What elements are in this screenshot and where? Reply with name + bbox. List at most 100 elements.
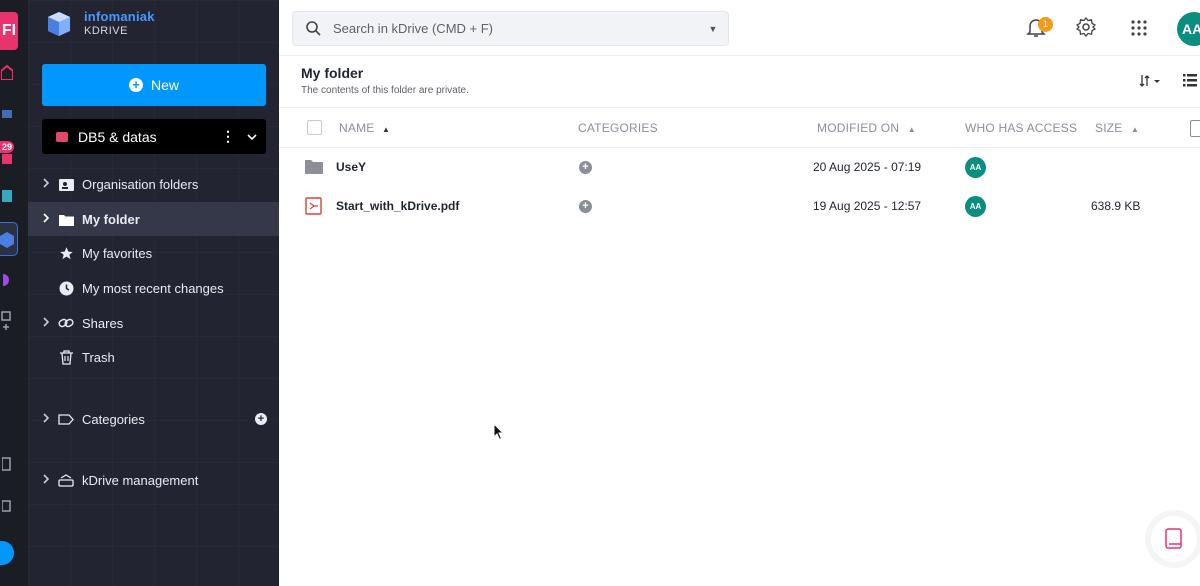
tablet-icon[interactable]: [0, 454, 14, 474]
chevron-right-icon[interactable]: [28, 473, 58, 487]
trash-icon: [58, 349, 74, 365]
add-category-icon[interactable]: +: [579, 200, 592, 213]
modified-date: 19 Aug 2025 - 12:57: [813, 199, 922, 213]
new-button[interactable]: + New: [42, 64, 266, 106]
kdrive-rail-item[interactable]: [0, 222, 18, 256]
column-header-access[interactable]: WHO HAS ACCESS: [965, 121, 1077, 135]
main-content: Search in kDrive (CMD + F) ▼ 1 AA My fol…: [279, 0, 1200, 586]
sort-asc-icon: ▲: [907, 125, 916, 134]
caret-down-icon[interactable]: ▼: [698, 24, 728, 34]
brand-name: infomaniak: [84, 9, 155, 24]
add-app-icon[interactable]: [0, 310, 14, 332]
drive-selector[interactable]: DB5 & datas ⋮: [42, 119, 266, 154]
column-header-modified[interactable]: MODIFIED ON ▲: [817, 121, 916, 135]
kdrive-logo-icon: [44, 9, 74, 39]
sidebar-item-label: My folder: [82, 211, 140, 227]
sidebar-item-my-favorites[interactable]: My favorites: [28, 236, 279, 270]
column-header-size[interactable]: SIZE ▲: [1095, 121, 1139, 135]
column-label: WHO HAS ACCESS: [965, 121, 1078, 135]
folder-icon: [58, 211, 74, 227]
table-row[interactable]: UseY + 20 Aug 2025 - 07:19 AA: [279, 148, 1200, 187]
sidebar-item-label: kDrive management: [82, 472, 199, 488]
sidebar-item-kdrive-management[interactable]: kDrive management: [28, 463, 279, 497]
drive-management-icon: [58, 472, 74, 488]
page-subtitle: The contents of this folder are private.: [301, 85, 469, 96]
search-input[interactable]: Search in kDrive (CMD + F): [333, 21, 698, 36]
clock-icon: [58, 280, 74, 296]
page-title: My folder: [301, 65, 364, 81]
home-icon[interactable]: [0, 62, 14, 82]
product-name: KDRIVE: [84, 25, 128, 38]
columns-icon[interactable]: [1190, 120, 1200, 137]
cube-icon[interactable]: [0, 104, 14, 124]
sidebar-item-label: My most recent changes: [82, 280, 224, 296]
list-view-icon[interactable]: [1183, 73, 1197, 87]
notification-badge: 29: [0, 141, 14, 153]
column-label: CATEGORIES: [578, 121, 658, 135]
gear-icon[interactable]: [1075, 16, 1098, 39]
new-button-label: New: [150, 77, 179, 93]
box-icon[interactable]: [0, 186, 14, 206]
chevron-right-icon[interactable]: [28, 412, 58, 426]
select-all-checkbox[interactable]: [307, 120, 322, 135]
column-label: SIZE: [1095, 121, 1123, 135]
chevron-down-icon[interactable]: [238, 130, 266, 144]
sidebar-item-trash[interactable]: Trash: [28, 340, 279, 374]
sidebar-item-organisation-folders[interactable]: Organisation folders: [28, 167, 279, 201]
sidebar-item-label: Categories: [82, 411, 145, 427]
sidebar: infomaniak KDRIVE + New DB5 & datas ⋮ Or…: [28, 0, 279, 586]
drive-icon: [56, 131, 68, 142]
screen-icon[interactable]: [0, 496, 14, 516]
file-size: 638.9 KB: [1091, 199, 1141, 213]
app-rail: FI 29: [0, 0, 28, 586]
add-category-icon[interactable]: +: [255, 413, 267, 425]
table-header: NAME ▲ CATEGORIES MODIFIED ON ▲ WHO HAS …: [279, 107, 1200, 148]
column-header-name[interactable]: NAME ▲: [339, 121, 390, 135]
column-label: MODIFIED ON: [817, 121, 900, 135]
modified-date: 20 Aug 2025 - 07:19: [813, 160, 922, 174]
drive-name: DB5 & datas: [78, 128, 157, 145]
sort-asc-icon: ▲: [382, 125, 391, 134]
search-bar[interactable]: Search in kDrive (CMD + F) ▼: [292, 11, 729, 46]
file-name[interactable]: Start_with_kDrive.pdf: [336, 199, 459, 213]
sort-asc-icon: ▲: [1131, 125, 1140, 134]
app-logo-icon[interactable]: FI: [0, 12, 18, 50]
user-avatar[interactable]: AA: [1177, 12, 1200, 46]
sidebar-item-categories[interactable]: Categories +: [28, 402, 279, 436]
dot-icon[interactable]: [0, 271, 14, 289]
access-avatar[interactable]: AA: [965, 157, 986, 178]
brand[interactable]: infomaniak KDRIVE: [44, 9, 155, 39]
star-icon: [58, 245, 74, 261]
add-category-icon[interactable]: +: [579, 161, 592, 174]
file-name[interactable]: UseY: [336, 160, 366, 174]
org-folder-icon: [58, 176, 74, 192]
support-icon[interactable]: [0, 541, 14, 565]
sidebar-item-my-folder[interactable]: My folder: [28, 202, 279, 236]
chevron-right-icon[interactable]: [28, 212, 58, 226]
folder-icon: [305, 158, 323, 176]
chevron-right-icon[interactable]: [28, 316, 58, 330]
tag-icon: [58, 411, 74, 427]
help-book-icon[interactable]: [1151, 516, 1197, 562]
access-avatar[interactable]: AA: [965, 196, 986, 217]
folder-header: My folder The contents of this folder ar…: [301, 65, 469, 96]
sidebar-item-label: Organisation folders: [82, 176, 199, 192]
mail-icon[interactable]: [0, 153, 14, 165]
sidebar-item-shares[interactable]: Shares: [28, 306, 279, 340]
sort-icon[interactable]: [1139, 74, 1163, 91]
apps-grid-icon[interactable]: [1130, 19, 1148, 37]
column-label: NAME: [339, 121, 375, 135]
sidebar-item-label: Shares: [82, 315, 124, 331]
notification-count-badge: 1: [1038, 17, 1053, 32]
topbar: Search in kDrive (CMD + F) ▼ 1 AA: [279, 0, 1200, 56]
sidebar-item-recent-changes[interactable]: My most recent changes: [28, 271, 279, 305]
table-row[interactable]: Start_with_kDrive.pdf + 19 Aug 2025 - 12…: [279, 187, 1200, 226]
pdf-file-icon: [305, 197, 323, 215]
search-icon: [293, 21, 333, 36]
more-vertical-icon[interactable]: ⋮: [218, 128, 238, 145]
mouse-cursor-icon: [493, 422, 505, 441]
plus-icon: +: [128, 78, 143, 92]
column-header-categories[interactable]: CATEGORIES: [578, 121, 658, 135]
sidebar-item-label: My favorites: [82, 245, 153, 261]
chevron-right-icon[interactable]: [28, 177, 58, 191]
